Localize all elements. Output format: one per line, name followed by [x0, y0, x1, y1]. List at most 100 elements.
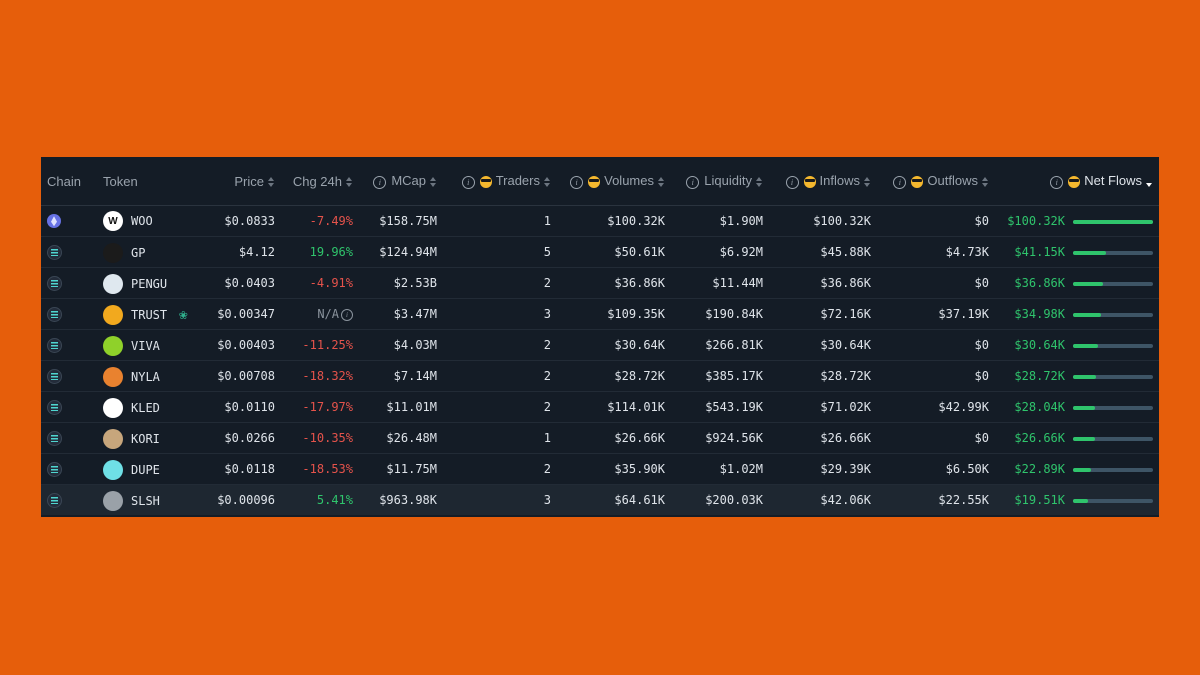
header-traders[interactable]: i Traders	[443, 157, 557, 206]
token-cell[interactable]: PENGU	[97, 267, 193, 299]
solana-chain-icon	[47, 368, 62, 384]
token-symbol[interactable]: VIVA	[131, 339, 160, 353]
table-row[interactable]: KLED $0.0110 -17.97% $11.01M 2 $114.01K $543.1…	[41, 391, 1159, 423]
header-netflows[interactable]: i Net Flows	[995, 157, 1159, 206]
traders-cell: 1	[443, 422, 557, 454]
outflows-cell: $37.19K	[877, 298, 995, 330]
netflows-cell: $36.86K	[995, 267, 1159, 299]
volumes-cell: $30.64K	[557, 329, 671, 361]
token-flows-table-panel: Chain Token Price Chg 24h i MCap i Traders…	[41, 157, 1159, 517]
sort-icon[interactable]	[429, 176, 437, 188]
sort-icon[interactable]	[267, 176, 275, 188]
info-icon[interactable]: i	[1050, 175, 1064, 189]
table-row[interactable]: NYLA $0.00708 -18.32% $7.14M 2 $28.72K $385.17…	[41, 360, 1159, 392]
token-cell[interactable]: VIVA	[97, 329, 193, 361]
table-row[interactable]: KORI $0.0266 -10.35% $26.48M 1 $26.66K $924.56…	[41, 422, 1159, 454]
outflows-cell: $0	[877, 360, 995, 392]
token-symbol[interactable]: WOO	[131, 214, 153, 228]
table-header-row: Chain Token Price Chg 24h i MCap i Traders…	[41, 157, 1159, 206]
netflows-cell: $28.72K	[995, 360, 1159, 392]
header-inflows[interactable]: i Inflows	[769, 157, 877, 206]
liquidity-cell: $190.84K	[671, 298, 769, 330]
netflow-bar-fill	[1073, 467, 1092, 472]
token-logo-icon	[103, 459, 123, 480]
header-price[interactable]: Price	[193, 157, 281, 206]
netflows-cell: $30.64K	[995, 329, 1159, 361]
price-cell: $4.12	[193, 236, 281, 268]
price-cell: $0.00096	[193, 484, 281, 515]
token-symbol[interactable]: TRUST	[131, 308, 167, 322]
header-outflows[interactable]: i Outflows	[877, 157, 995, 206]
info-icon[interactable]: i	[686, 175, 700, 189]
liquidity-cell: $1.90M	[671, 205, 769, 237]
netflow-bar	[1073, 374, 1153, 379]
table-row[interactable]: SLSH $0.00096 5.41% $963.98K 3 $64.61K $200.03…	[41, 484, 1159, 515]
sort-icon[interactable]	[657, 176, 665, 188]
chain-cell	[41, 205, 97, 237]
token-logo-icon	[103, 490, 123, 511]
token-cell[interactable]: TRUST ❀	[97, 298, 193, 330]
token-cell[interactable]: KORI	[97, 422, 193, 454]
info-icon[interactable]: i	[570, 175, 584, 189]
info-icon[interactable]: i	[785, 175, 799, 189]
header-volumes[interactable]: i Volumes	[557, 157, 671, 206]
inflows-cell: $100.32K	[769, 205, 877, 237]
outflows-cell: $6.50K	[877, 453, 995, 485]
netflow-bar-fill	[1073, 374, 1097, 379]
change-24h-cell: -11.25%	[281, 329, 359, 361]
sort-desc-active-icon[interactable]	[1145, 176, 1153, 188]
price-cell: $0.00708	[193, 360, 281, 392]
token-symbol[interactable]: KLED	[131, 401, 160, 415]
change-24h-cell: -18.32%	[281, 360, 359, 392]
change-24h-cell: -10.35%	[281, 422, 359, 454]
token-symbol[interactable]: KORI	[131, 432, 160, 446]
netflow-bar	[1073, 467, 1153, 472]
table-row[interactable]: W WOO $0.0833 -7.49% $158.75M 1 $100.32K $1.90M…	[41, 205, 1159, 237]
table-row[interactable]: VIVA $0.00403 -11.25% $4.03M 2 $30.64K $266.81…	[41, 329, 1159, 361]
netflows-cell: $34.98K	[995, 298, 1159, 330]
header-liquidity[interactable]: i Liquidity	[671, 157, 769, 206]
traders-cell: 2	[443, 329, 557, 361]
inflows-cell: $29.39K	[769, 453, 877, 485]
inflows-cell: $26.66K	[769, 422, 877, 454]
token-flows-table: Chain Token Price Chg 24h i MCap i Traders…	[41, 157, 1159, 515]
liquidity-cell: $385.17K	[671, 360, 769, 392]
sort-icon[interactable]	[543, 176, 551, 188]
token-cell[interactable]: NYLA	[97, 360, 193, 392]
inflows-cell: $45.88K	[769, 236, 877, 268]
sort-icon[interactable]	[345, 176, 353, 188]
info-icon[interactable]: i	[341, 308, 353, 321]
table-row[interactable]: GP $4.12 19.96% $124.94M 5 $50.61K $6.92M $45.8…	[41, 236, 1159, 268]
info-icon[interactable]: i	[373, 175, 387, 189]
token-cell[interactable]: DUPE	[97, 453, 193, 485]
header-mcap[interactable]: i MCap	[359, 157, 443, 206]
table-row[interactable]: PENGU $0.0403 -4.91% $2.53B 2 $36.86K $11.44M $…	[41, 267, 1159, 299]
header-chg24h[interactable]: Chg 24h	[281, 157, 359, 206]
sort-icon[interactable]	[863, 176, 871, 188]
netflow-bar-fill	[1073, 281, 1103, 286]
info-icon[interactable]: i	[893, 175, 907, 189]
token-cell[interactable]: W WOO	[97, 205, 193, 237]
netflow-bar-fill	[1073, 498, 1089, 503]
token-symbol[interactable]: NYLA	[131, 370, 160, 384]
chain-cell	[41, 329, 97, 361]
token-symbol[interactable]: SLSH	[131, 494, 160, 508]
ethereum-chain-icon	[47, 214, 61, 229]
liquidity-cell: $543.19K	[671, 391, 769, 423]
token-cell[interactable]: GP	[97, 236, 193, 268]
volumes-cell: $109.35K	[557, 298, 671, 330]
token-symbol[interactable]: PENGU	[131, 277, 167, 291]
chain-cell	[41, 236, 97, 268]
table-row[interactable]: DUPE $0.0118 -18.53% $11.75M 2 $35.90K $1.02M $…	[41, 453, 1159, 485]
info-icon[interactable]: i	[461, 175, 475, 189]
price-cell: $0.00403	[193, 329, 281, 361]
token-cell[interactable]: KLED	[97, 391, 193, 423]
token-symbol[interactable]: GP	[131, 246, 145, 260]
token-cell[interactable]: SLSH	[97, 484, 193, 515]
token-symbol[interactable]: DUPE	[131, 463, 160, 477]
sort-icon[interactable]	[981, 176, 989, 188]
sort-icon[interactable]	[755, 176, 763, 188]
table-row[interactable]: TRUST ❀ $0.00347 N/A i $3.47M 3 $109.35K $190.84…	[41, 298, 1159, 330]
volumes-cell: $36.86K	[557, 267, 671, 299]
mcap-cell: $963.98K	[359, 484, 443, 515]
